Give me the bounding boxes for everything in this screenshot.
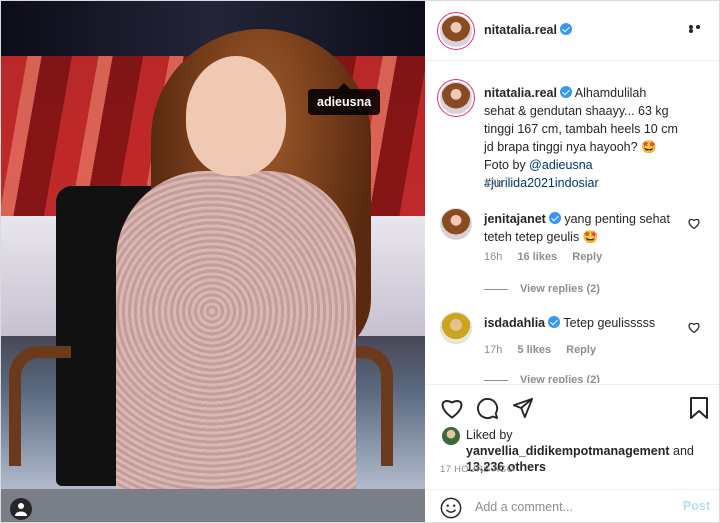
comment-body: jenitajanet yang penting sehat teteh tet… xyxy=(484,210,679,246)
reply-button[interactable]: Reply xyxy=(572,251,602,263)
caption-time: 17h xyxy=(484,178,503,190)
reply-button[interactable]: Reply xyxy=(566,344,596,356)
comments-list[interactable]: nitatalia.real Alhamdulilah sehat & gend… xyxy=(426,62,719,383)
author-avatar[interactable] xyxy=(440,15,472,47)
post-button[interactable]: Post xyxy=(683,499,710,513)
comment-meta: 16h 16 likes Reply xyxy=(484,251,614,263)
comment-icon[interactable] xyxy=(476,397,499,420)
comment-avatar[interactable] xyxy=(440,208,472,240)
smile-icon[interactable] xyxy=(440,497,462,519)
caption-meta: 17h xyxy=(484,178,514,190)
actions-bar: Liked by yanvellia_didikempotmanagement … xyxy=(426,384,719,489)
view-replies-button[interactable]: View replies (2) xyxy=(484,283,600,295)
verified-icon xyxy=(559,86,572,98)
comment-username[interactable]: isdadahlia xyxy=(484,316,545,330)
more-icon[interactable] xyxy=(689,25,707,33)
author-username[interactable]: nitatalia.real xyxy=(484,23,557,37)
likes-and: and xyxy=(673,444,694,458)
comment-input[interactable] xyxy=(475,498,665,516)
post-header: nitatalia.real xyxy=(426,1,719,61)
view-replies-button[interactable]: View replies (2) xyxy=(484,374,600,383)
comment-text: Tetep geulisssss xyxy=(563,316,656,330)
comment-likes[interactable]: 5 likes xyxy=(517,344,551,356)
bookmark-icon[interactable] xyxy=(690,397,708,419)
side-panel: nitatalia.real nitatalia.real Alhamdulil… xyxy=(426,1,719,522)
chair-arm-left xyxy=(9,346,71,466)
desk xyxy=(1,489,425,522)
comment-time: 17h xyxy=(484,344,503,356)
comment-avatar[interactable] xyxy=(440,312,472,344)
person-dress xyxy=(116,171,356,522)
verified-icon xyxy=(548,212,561,224)
liker-avatar[interactable] xyxy=(442,427,460,445)
author-name-row: nitatalia.real xyxy=(484,23,572,37)
likes-prefix: Liked by xyxy=(466,428,513,442)
post-time-ago[interactable]: 17 HOURS AGO xyxy=(440,464,514,475)
post-photo[interactable]: adieusna xyxy=(1,1,425,522)
comment-time: 16h xyxy=(484,251,503,263)
heart-icon[interactable] xyxy=(688,218,700,229)
add-comment-bar: Post xyxy=(426,489,719,522)
share-icon[interactable] xyxy=(512,397,534,419)
verified-icon xyxy=(559,23,572,35)
person-face xyxy=(186,56,286,176)
heart-icon[interactable] xyxy=(440,397,464,419)
comment-meta: 17h 5 likes Reply xyxy=(484,344,608,356)
comment-username[interactable]: jenitajanet xyxy=(484,212,546,226)
heart-icon[interactable] xyxy=(688,322,700,333)
caption-username[interactable]: nitatalia.real xyxy=(484,86,557,100)
photo-user-tag[interactable]: adieusna xyxy=(308,83,381,115)
caption: nitatalia.real Alhamdulilah sehat & gend… xyxy=(440,82,710,192)
caption-body: nitatalia.real Alhamdulilah sehat & gend… xyxy=(484,84,679,192)
caption-mention[interactable]: @adieusna xyxy=(529,158,592,172)
caption-avatar[interactable] xyxy=(440,82,472,114)
comment-body: isdadahlia Tetep geulisssss xyxy=(484,314,679,332)
liker-username[interactable]: yanvellia_didikempotmanagement xyxy=(466,444,670,458)
comment-likes[interactable]: 16 likes xyxy=(517,251,557,263)
verified-icon xyxy=(548,316,561,328)
user-tag-icon[interactable] xyxy=(10,498,32,520)
comment-item: isdadahlia Tetep geulisssss 17h 5 likes … xyxy=(440,312,710,382)
